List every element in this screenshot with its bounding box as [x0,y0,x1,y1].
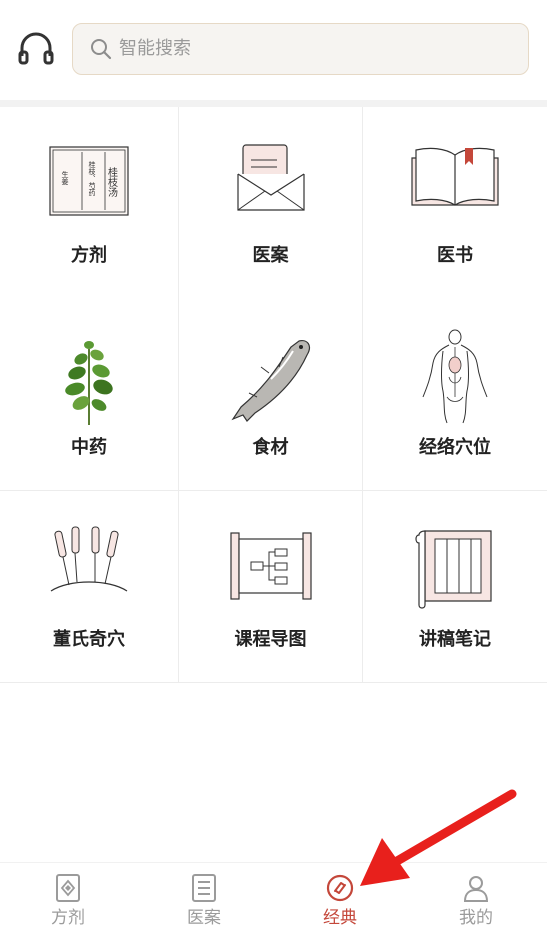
search-placeholder: 智能搜索 [119,38,191,59]
grid-item-label: 医案 [252,245,289,266]
grid-item-dongshi[interactable]: 董氏奇穴 [0,491,179,683]
grid-item-jingluo[interactable]: 经络穴位 [363,299,547,491]
meridian-body-icon [422,329,488,424]
grid-item-label: 经络穴位 [419,437,491,458]
mindmap-scroll-icon [229,532,312,600]
tab-label: 经典 [323,908,357,928]
acupuncture-needles-icon [50,526,128,592]
grid-item-label: 中药 [71,437,107,458]
art-text-title: 桂枝汤 [106,166,118,198]
open-book-icon [411,147,499,206]
art-text-ginger: 生姜 [61,170,69,185]
headphone-icon[interactable] [16,30,56,66]
art-text-ingredients: 桂枝、芍药 [88,160,96,197]
row-divider [0,682,547,683]
grid-item-label: 讲稿笔记 [419,629,491,650]
grid-item-label: 食材 [252,437,289,458]
section-divider [0,100,547,107]
annotation-arrow-icon [360,789,517,886]
classic-tab-icon [326,874,354,902]
tab-label: 我的 [459,908,493,928]
grid-item-fangji[interactable]: 桂枝汤 桂枝、芍药 生姜 方剂 [0,107,179,299]
envelope-icon [236,144,305,211]
grid-item-label: 董氏奇穴 [53,629,125,650]
tab-yian[interactable]: 医案 [136,863,272,939]
prescription-book-icon: 桂枝汤 桂枝、芍药 生姜 [49,146,129,216]
tab-fangji[interactable]: 方剂 [0,863,136,939]
herb-icon [65,341,113,425]
grid-item-yian[interactable]: 医案 [179,107,363,299]
notes-scroll-icon [415,530,492,609]
grid-item-yishu[interactable]: 医书 [363,107,547,299]
grid-item-zhongyao[interactable]: 中药 [0,299,179,491]
category-grid: 桂枝汤 桂枝、芍药 生姜 方剂 医案 医书 中药 食材 经络穴位 董氏奇穴 课程… [0,107,547,683]
grid-item-kecheng[interactable]: 课程导图 [179,491,363,683]
prescription-tab-icon [56,874,80,902]
grid-item-jianggao[interactable]: 讲稿笔记 [363,491,547,683]
grid-item-shicai[interactable]: 食材 [179,299,363,491]
top-bar: 智能搜索 [0,0,547,100]
grid-item-label: 方剂 [71,245,107,266]
search-input[interactable]: 智能搜索 [72,23,529,75]
row-divider [0,490,547,491]
grid-item-label: 医书 [437,245,473,266]
fish-icon [230,340,310,422]
search-icon [91,39,112,60]
tab-label: 医案 [187,908,221,928]
tab-label: 方剂 [51,908,85,928]
grid-item-label: 课程导图 [234,629,307,650]
document-tab-icon [192,874,216,902]
